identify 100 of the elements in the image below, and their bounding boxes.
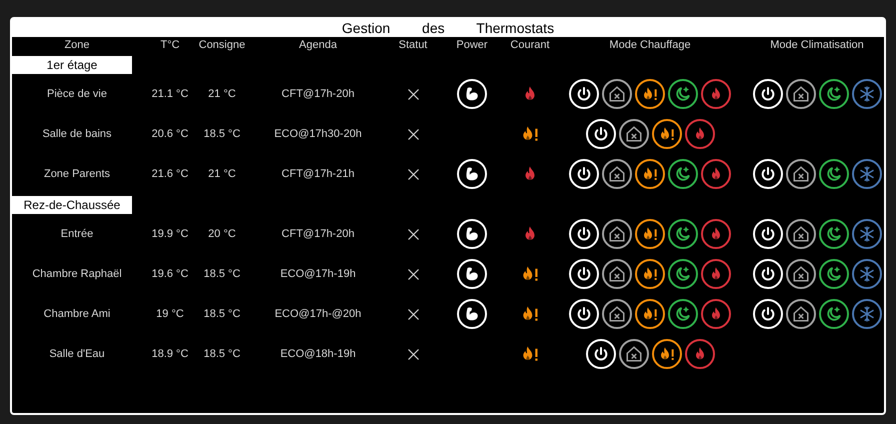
power-button[interactable] bbox=[569, 219, 599, 249]
power-icon bbox=[760, 166, 776, 182]
flame-button[interactable] bbox=[701, 159, 731, 189]
moon-icon bbox=[674, 85, 692, 103]
x-icon bbox=[408, 308, 418, 320]
flame-button[interactable] bbox=[635, 159, 665, 189]
flame-button[interactable] bbox=[701, 79, 731, 109]
moon-icon bbox=[824, 225, 842, 243]
temperature: 21.6 °C bbox=[152, 166, 188, 182]
bicep-button[interactable] bbox=[457, 259, 487, 289]
house-icon bbox=[792, 225, 810, 243]
moon-icon bbox=[824, 165, 842, 183]
bicep-button[interactable] bbox=[457, 299, 487, 329]
flame-button[interactable] bbox=[701, 219, 731, 249]
house-icon bbox=[792, 165, 810, 183]
flame-button[interactable] bbox=[635, 219, 665, 249]
zone-name: Pièce de vie bbox=[47, 86, 107, 102]
power-button[interactable] bbox=[752, 259, 782, 289]
house-button[interactable] bbox=[602, 259, 632, 289]
setpoint: 20 °C bbox=[208, 226, 236, 242]
moon-button[interactable] bbox=[818, 299, 848, 329]
house-icon bbox=[608, 85, 626, 103]
house-button[interactable] bbox=[786, 79, 816, 109]
flame-button[interactable] bbox=[635, 299, 665, 329]
power-button[interactable] bbox=[569, 159, 599, 189]
zone-name: Salle d'Eau bbox=[49, 346, 105, 362]
moon-button[interactable] bbox=[668, 259, 698, 289]
column-header: Courant bbox=[510, 38, 550, 54]
moon-icon bbox=[674, 305, 692, 323]
house-button[interactable] bbox=[618, 339, 648, 369]
moon-button[interactable] bbox=[818, 219, 848, 249]
temperature: 20.6 °C bbox=[152, 126, 188, 142]
house-button[interactable] bbox=[602, 159, 632, 189]
house-icon bbox=[792, 265, 810, 283]
moon-icon bbox=[824, 265, 842, 283]
power-icon bbox=[576, 86, 592, 102]
power-icon bbox=[760, 266, 776, 282]
flame-button[interactable] bbox=[635, 259, 665, 289]
snowflake-button[interactable] bbox=[852, 79, 882, 109]
temperature: 19.9 °C bbox=[152, 226, 188, 242]
power-button[interactable] bbox=[586, 119, 616, 149]
power-icon bbox=[592, 126, 608, 142]
moon-button[interactable] bbox=[818, 159, 848, 189]
power-button[interactable] bbox=[752, 79, 782, 109]
schedule: ECO@17h-19h bbox=[280, 266, 356, 282]
house-button[interactable] bbox=[786, 299, 816, 329]
x-icon bbox=[408, 348, 418, 360]
power-button[interactable] bbox=[752, 219, 782, 249]
power-icon bbox=[576, 166, 592, 182]
snowflake-button[interactable] bbox=[852, 299, 882, 329]
power-button[interactable] bbox=[569, 299, 599, 329]
house-button[interactable] bbox=[602, 79, 632, 109]
house-button[interactable] bbox=[786, 259, 816, 289]
power-icon bbox=[760, 86, 776, 102]
bicep-button[interactable] bbox=[457, 79, 487, 109]
bicep-button[interactable] bbox=[457, 159, 487, 189]
moon-button[interactable] bbox=[668, 219, 698, 249]
section-header: 1er étage bbox=[12, 56, 132, 74]
power-icon bbox=[576, 226, 592, 242]
flame-button[interactable] bbox=[635, 79, 665, 109]
house-button[interactable] bbox=[602, 299, 632, 329]
flame-button[interactable] bbox=[701, 259, 731, 289]
house-button[interactable] bbox=[618, 119, 648, 149]
bicep-button[interactable] bbox=[457, 219, 487, 249]
house-icon bbox=[608, 165, 626, 183]
snowflake-icon bbox=[858, 225, 876, 243]
setpoint: 21 °C bbox=[208, 166, 236, 182]
power-button[interactable] bbox=[752, 299, 782, 329]
flame-button[interactable] bbox=[684, 119, 714, 149]
x-icon bbox=[408, 228, 418, 240]
moon-button[interactable] bbox=[668, 299, 698, 329]
flame-button[interactable] bbox=[652, 119, 682, 149]
power-button[interactable] bbox=[752, 159, 782, 189]
snowflake-icon bbox=[858, 85, 876, 103]
house-button[interactable] bbox=[602, 219, 632, 249]
snowflake-button[interactable] bbox=[852, 219, 882, 249]
moon-button[interactable] bbox=[818, 79, 848, 109]
power-button[interactable] bbox=[569, 259, 599, 289]
power-button[interactable] bbox=[586, 339, 616, 369]
snowflake-icon bbox=[858, 165, 876, 183]
power-button[interactable] bbox=[569, 79, 599, 109]
power-icon bbox=[576, 266, 592, 282]
house-button[interactable] bbox=[786, 159, 816, 189]
moon-button[interactable] bbox=[818, 259, 848, 289]
snowflake-button[interactable] bbox=[852, 159, 882, 189]
zone-name: Chambre Raphaël bbox=[32, 266, 122, 282]
moon-button[interactable] bbox=[668, 79, 698, 109]
house-icon bbox=[792, 305, 810, 323]
power-icon bbox=[760, 226, 776, 242]
section-header: Rez-de-Chaussée bbox=[12, 196, 132, 214]
flame-button[interactable] bbox=[684, 339, 714, 369]
schedule: CFT@17h-21h bbox=[282, 166, 354, 182]
flame-button[interactable] bbox=[652, 339, 682, 369]
house-button[interactable] bbox=[786, 219, 816, 249]
column-header: Consigne bbox=[198, 38, 246, 54]
moon-button[interactable] bbox=[668, 159, 698, 189]
snowflake-button[interactable] bbox=[852, 259, 882, 289]
zone-name: Chambre Ami bbox=[44, 306, 110, 322]
column-header: Agenda bbox=[299, 38, 337, 54]
flame-button[interactable] bbox=[701, 299, 731, 329]
